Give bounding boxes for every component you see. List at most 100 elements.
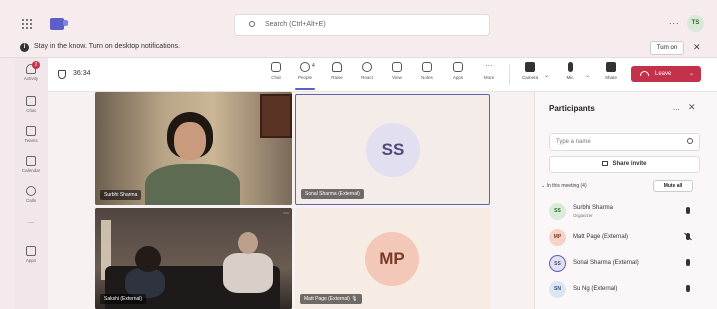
apps-icon: [453, 62, 463, 72]
video-stage: Surbhi Sharma SS Sonal Sharma (External)…: [48, 92, 534, 309]
notes-icon: [422, 62, 432, 72]
toolbar-divider: [509, 65, 510, 85]
mic-icon[interactable]: [686, 259, 690, 266]
app-rail: 2 Activity Chat Teams Calendar Calls ...…: [14, 58, 48, 309]
participant-avatar: SS: [549, 203, 566, 220]
video-tile[interactable]: MP Matt Page (External) 🎙: [295, 208, 490, 309]
person-body: [223, 253, 273, 293]
rail-item-chat[interactable]: Chat: [14, 96, 48, 113]
mic-icon[interactable]: [686, 207, 690, 214]
person-head: [238, 232, 258, 254]
bell-icon: 2: [26, 61, 40, 74]
camera-options-caret[interactable]: ⌄: [544, 72, 549, 79]
participant-name-label: Sakshi (External): [100, 294, 147, 304]
in-meeting-section-toggle[interactable]: ⌄ In this meeting (4): [541, 183, 587, 189]
apps-label: Apps: [452, 75, 464, 80]
mic-icon: [567, 62, 573, 72]
phone-hangup-icon: [640, 71, 649, 76]
participant-avatar: SS: [366, 123, 420, 177]
chat-icon: [271, 62, 281, 72]
tile-more-icon[interactable]: ⋯: [283, 210, 289, 217]
react-button[interactable]: React: [354, 62, 380, 80]
search-placeholder: Search (Ctrl+Alt+E): [265, 21, 326, 28]
video-tile[interactable]: ⋯ Sakshi (External): [95, 208, 292, 309]
title-bar: Search (Ctrl+Alt+E) ... TS: [0, 0, 717, 38]
more-icon: ...: [28, 218, 34, 225]
participant-avatar: MP: [365, 232, 419, 286]
settings-more-button[interactable]: ...: [669, 16, 680, 26]
search-input[interactable]: Search (Ctrl+Alt+E): [234, 14, 490, 36]
participant-row[interactable]: SN Su Ng (External): [549, 280, 699, 300]
share-icon: [606, 62, 616, 72]
participant-role: Organizer: [573, 213, 593, 218]
apps-button[interactable]: Apps: [445, 62, 471, 80]
people-label: People: [297, 75, 312, 80]
person-head: [135, 246, 161, 272]
more-label: More: [483, 75, 495, 80]
leave-button[interactable]: Leave ⌄: [631, 66, 701, 82]
panel-title: Participants: [549, 104, 595, 113]
raise-hand-button[interactable]: Raise: [324, 62, 350, 80]
rail-label: Teams: [24, 138, 38, 143]
camera-button[interactable]: Camera: [516, 62, 544, 80]
rail-label: Calls: [25, 198, 36, 203]
leave-label: Leave: [655, 71, 672, 77]
mic-icon[interactable]: [686, 285, 690, 292]
video-tile[interactable]: Surbhi Sharma: [95, 92, 292, 205]
rail-item-more[interactable]: ...: [14, 218, 48, 225]
participant-name-label: Surbhi Sharma: [100, 190, 142, 200]
mic-button[interactable]: Mic: [556, 62, 584, 80]
share-button[interactable]: Share: [597, 62, 625, 80]
people-button[interactable]: 4 People: [292, 62, 318, 90]
shield-icon: [58, 70, 66, 79]
app-launcher-icon[interactable]: [22, 19, 32, 29]
react-label: React: [361, 75, 373, 80]
search-icon: [687, 138, 693, 144]
participants-panel: Participants ... ✕ Type a name Share inv…: [534, 92, 717, 309]
phone-icon: [26, 186, 36, 196]
share-invite-button[interactable]: Share invite: [549, 156, 700, 173]
rail-label: Calendar: [21, 168, 41, 173]
participant-avatar: MP: [549, 229, 566, 246]
mic-label: Mic: [566, 75, 574, 80]
rail-item-apps[interactable]: Apps: [14, 246, 48, 263]
share-label: Share: [604, 75, 617, 80]
participant-search-placeholder: Type a name: [556, 139, 591, 145]
participant-row[interactable]: SS Sonal Sharma (External): [549, 254, 699, 274]
close-icon[interactable]: ✕: [688, 102, 696, 113]
rail-item-activity[interactable]: 2 Activity: [14, 61, 48, 81]
meeting-toolbar: 36:34 Chat 4 People Raise React View Not…: [48, 58, 717, 92]
participant-search-input[interactable]: Type a name: [549, 133, 700, 151]
participant-row[interactable]: SS Surbhi Sharma Organizer: [549, 202, 699, 222]
close-icon[interactable]: ✕: [693, 42, 701, 53]
video-tile-active[interactable]: SS Sonal Sharma (External): [295, 94, 490, 205]
mic-off-icon[interactable]: [686, 233, 690, 240]
mute-all-button[interactable]: Mute all: [653, 180, 693, 192]
user-avatar[interactable]: TS: [687, 15, 704, 32]
mic-options-caret[interactable]: ⌄: [585, 72, 590, 79]
panel-more-button[interactable]: ...: [673, 103, 680, 112]
rail-item-calls[interactable]: Calls: [14, 186, 48, 203]
participant-name: Sonal Sharma (External): [573, 260, 639, 266]
apps-icon: [26, 246, 36, 256]
more-button[interactable]: ··· More: [476, 62, 502, 81]
participant-row[interactable]: MP Matt Page (External): [549, 228, 699, 248]
participant-name: Su Ng (External): [573, 286, 618, 292]
meeting-timer: 36:34: [73, 70, 91, 77]
view-label: View: [392, 75, 402, 80]
turn-on-button[interactable]: Turn on: [650, 41, 684, 55]
leave-options-caret[interactable]: ⌄: [689, 66, 694, 82]
raise-hand-icon: [332, 62, 342, 72]
participant-name: Matt Page (External): [573, 234, 629, 240]
view-button[interactable]: View: [384, 62, 410, 80]
rail-item-teams[interactable]: Teams: [14, 126, 48, 143]
share-icon: [602, 160, 609, 166]
chat-button[interactable]: Chat: [263, 62, 289, 80]
rail-item-calendar[interactable]: Calendar: [14, 156, 48, 173]
participant-name: Surbhi Sharma: [573, 205, 614, 211]
notes-button[interactable]: Notes: [414, 62, 440, 80]
notes-label: Notes: [421, 75, 433, 80]
rail-label: Chat: [26, 108, 36, 113]
person-body: [145, 164, 240, 205]
react-icon: [362, 62, 372, 72]
